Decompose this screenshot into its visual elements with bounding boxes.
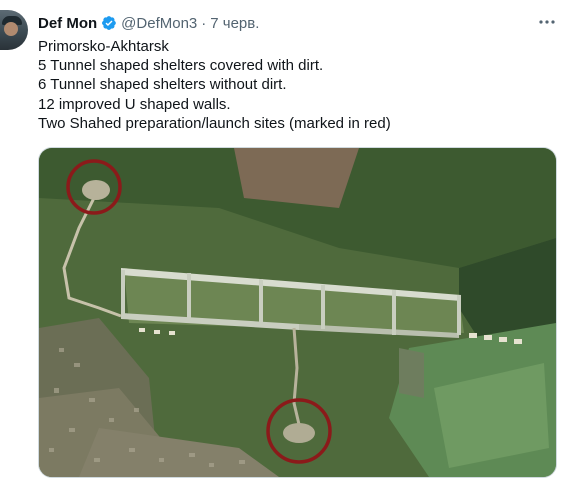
- tweet-line: Primorsko-Akhtarsk: [38, 38, 169, 55]
- more-options-icon[interactable]: [537, 12, 557, 32]
- satellite-image[interactable]: [38, 147, 557, 478]
- verified-badge-icon: [102, 16, 117, 30]
- tweet-header: Def Mon @DefMon3 · 7 черв.: [38, 13, 259, 33]
- tweet-text: Primorsko-Akhtarsk 5 Tunnel shaped shelt…: [38, 37, 558, 133]
- avatar-face: [4, 22, 18, 36]
- tweet-line: 12 improved U shaped walls.: [38, 95, 231, 113]
- author-handle[interactable]: @DefMon3: [121, 15, 197, 32]
- tweet-line: 6 Tunnel shaped shelters without dirt.: [38, 76, 287, 94]
- tweet-line: 5 Tunnel shaped shelters covered with di…: [38, 57, 324, 75]
- separator-dot: ·: [201, 14, 207, 32]
- tweet-date[interactable]: 7 черв.: [210, 15, 259, 32]
- avatar[interactable]: [0, 10, 28, 50]
- author-name[interactable]: Def Mon: [38, 15, 97, 32]
- tweet-line: Two Shahed preparation/launch sites (mar…: [38, 114, 391, 132]
- airfield-map: [39, 148, 556, 477]
- tweet: Def Mon @DefMon3 · 7 черв. Primorsko-Akh…: [0, 0, 566, 487]
